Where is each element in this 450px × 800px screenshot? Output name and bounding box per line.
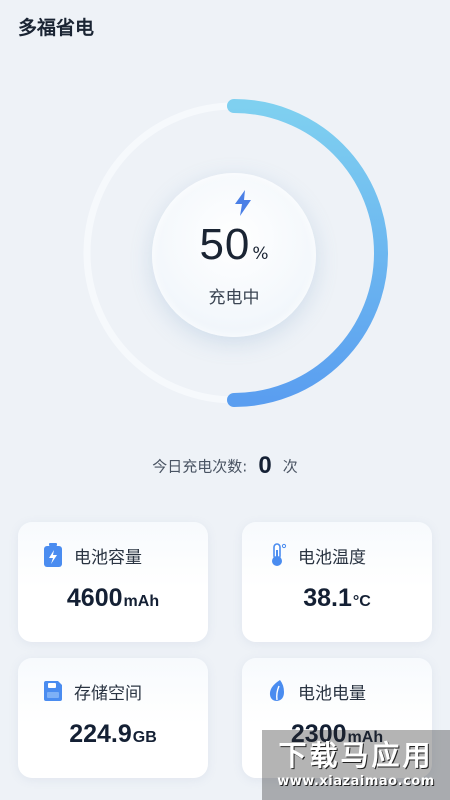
percent-sign: % [252,244,269,264]
card-label: 电池电量 [298,684,366,704]
battery-capacity-card[interactable]: 电池容量 4600mAh [18,522,208,642]
charge-count-value: 0 [258,452,272,479]
card-value: 38.1 [303,584,352,612]
charge-count-label: 今日充电次数: [152,457,248,476]
card-value: 224.9 [69,720,132,748]
watermark: 下载马应用 www.xiazaimao.com [262,730,450,800]
card-value-row: 4600mAh [18,584,208,613]
battery-icon [44,543,62,567]
battery-percent: 50% [152,220,316,270]
battery-temperature-card[interactable]: 电池温度 38.1°C [242,522,432,642]
watermark-url: www.xiazaimao.com [277,774,435,789]
card-label: 电池容量 [74,548,142,568]
storage-space-card[interactable]: 存储空间 224.9GB [18,658,208,778]
leaf-icon [269,680,284,701]
card-label: 电池温度 [298,548,366,568]
card-value-row: 224.9GB [18,720,208,749]
percent-value: 50 [199,220,251,269]
watermark-text: 下载马应用 [278,739,434,772]
storage-icon [44,681,62,701]
thermometer-icon [272,543,287,566]
card-value: 4600 [66,584,123,612]
charging-status: 充电中 [208,288,260,308]
card-unit: mAh [123,593,160,610]
app-title: 多福省电 [18,17,95,39]
card-label: 存储空间 [74,684,142,704]
lightning-icon [235,190,251,216]
card-unit: GB [132,729,157,746]
charge-count-row: 今日充电次数: 0 次 [0,452,450,480]
card-value-row: 38.1°C [242,584,432,613]
charge-count-unit: 次 [282,457,298,476]
card-unit: °C [352,593,371,610]
